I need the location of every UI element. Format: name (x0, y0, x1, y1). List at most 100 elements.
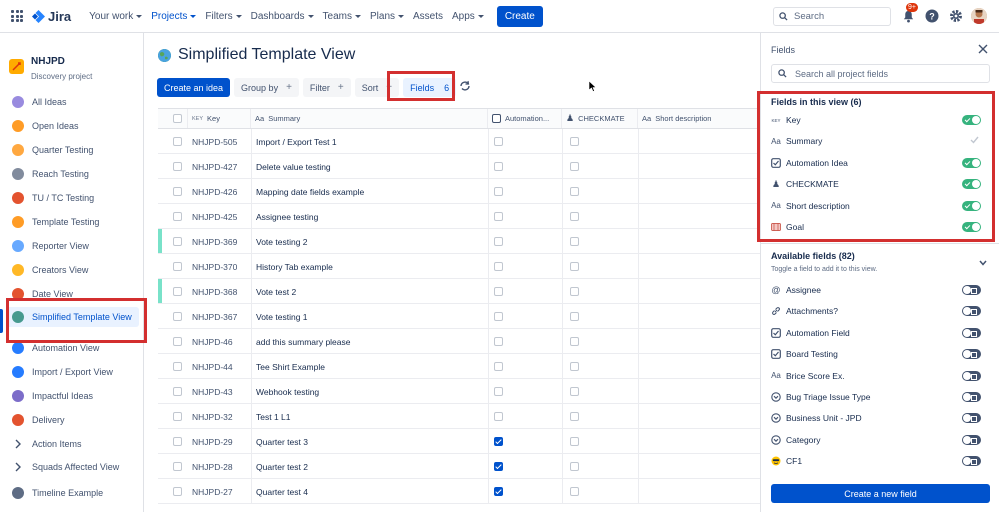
column-automation[interactable]: Automation... (488, 109, 562, 128)
row-key[interactable]: NHJPD-425 (192, 212, 237, 222)
jira-logo[interactable]: Jira (32, 9, 71, 24)
settings-gear-icon[interactable] (947, 7, 965, 25)
nav-your-work[interactable]: Your work (89, 11, 143, 22)
row-summary[interactable]: Quarter test 2 (256, 462, 308, 472)
nav-projects[interactable]: Projects (151, 11, 197, 22)
user-avatar[interactable] (971, 8, 987, 24)
nav-apps[interactable]: Apps (452, 11, 484, 22)
create-button[interactable]: Create (496, 5, 543, 27)
row-summary[interactable]: Assignee testing (256, 212, 318, 222)
table-row[interactable]: NHJPD-32 Test 1 L1 (158, 404, 760, 429)
column-key[interactable]: KEY Key (188, 109, 251, 128)
row-summary[interactable]: Tee Shirt Example (256, 362, 325, 372)
table-row[interactable]: NHJPD-426 Mapping date fields example (158, 179, 760, 204)
table-row[interactable]: NHJPD-505 Import / Export Test 1 (158, 129, 760, 154)
table-row[interactable]: NHJPD-28 Quarter test 2 (158, 454, 760, 479)
row-key[interactable]: NHJPD-46 (192, 337, 233, 347)
automation-checkbox[interactable] (494, 262, 503, 271)
automation-checkbox[interactable] (494, 337, 503, 346)
row-key[interactable]: NHJPD-43 (192, 387, 233, 397)
create-idea-button[interactable]: Create an idea (157, 78, 231, 97)
row-select-checkbox[interactable] (173, 262, 182, 271)
row-key[interactable]: NHJPD-426 (192, 187, 237, 197)
app-switcher-icon[interactable] (11, 10, 23, 22)
filter-button[interactable]: Filter + (302, 78, 351, 97)
row-key[interactable]: NHJPD-427 (192, 162, 237, 172)
row-select-checkbox[interactable] (173, 337, 182, 346)
checkmate-checkbox[interactable] (570, 162, 579, 171)
checkmate-checkbox[interactable] (570, 462, 579, 471)
sidebar-item-reporter-view[interactable]: Reporter View (12, 240, 138, 252)
row-select-checkbox[interactable] (173, 137, 182, 146)
field-toggle[interactable] (962, 349, 981, 360)
row-select-checkbox[interactable] (173, 237, 182, 246)
sidebar-item-template-testing[interactable]: Template Testing (12, 216, 138, 228)
row-summary[interactable]: Mapping date fields example (256, 187, 364, 197)
row-select-checkbox[interactable] (173, 387, 182, 396)
search-input[interactable]: Search (773, 7, 891, 26)
row-key[interactable]: NHJPD-29 (192, 437, 233, 447)
row-select-checkbox[interactable] (173, 187, 182, 196)
checkmate-checkbox[interactable] (570, 437, 579, 446)
checkmate-checkbox[interactable] (570, 237, 579, 246)
checkmate-checkbox[interactable] (570, 337, 579, 346)
row-key[interactable]: NHJPD-369 (192, 237, 237, 247)
checkmate-checkbox[interactable] (570, 487, 579, 496)
checkmate-checkbox[interactable] (570, 387, 579, 396)
automation-checkbox[interactable] (494, 362, 503, 371)
sidebar-item-automation-view[interactable]: Automation View (12, 342, 138, 354)
checkmate-checkbox[interactable] (570, 362, 579, 371)
sidebar-item-delivery[interactable]: Delivery (12, 414, 138, 426)
field-toggle[interactable] (962, 327, 981, 338)
checkmate-checkbox[interactable] (570, 312, 579, 321)
table-row[interactable]: NHJPD-27 Quarter test 4 (158, 479, 760, 504)
automation-checkbox[interactable] (494, 162, 503, 171)
field-toggle[interactable] (962, 370, 981, 381)
table-row[interactable]: NHJPD-367 Vote testing 1 (158, 304, 760, 329)
row-select-checkbox[interactable] (173, 212, 182, 221)
nav-plans[interactable]: Plans (370, 11, 404, 22)
sidebar-item-reach-testing[interactable]: Reach Testing (12, 168, 138, 180)
row-summary[interactable]: Vote testing 2 (256, 237, 308, 247)
nav-filters[interactable]: Filters (205, 11, 242, 22)
automation-checkbox[interactable] (494, 437, 503, 446)
sidebar-item-creators-view[interactable]: Creators View (12, 264, 138, 276)
table-row[interactable]: NHJPD-368 Vote test 2 (158, 279, 760, 304)
help-icon[interactable]: ? (923, 7, 941, 25)
field-toggle[interactable] (962, 306, 981, 317)
checkmate-checkbox[interactable] (570, 187, 579, 196)
table-row[interactable]: NHJPD-370 History Tab example (158, 254, 760, 279)
row-summary[interactable]: History Tab example (256, 262, 333, 272)
row-summary[interactable]: Import / Export Test 1 (256, 137, 337, 147)
automation-checkbox[interactable] (494, 212, 503, 221)
row-key[interactable]: NHJPD-367 (192, 312, 237, 322)
automation-checkbox[interactable] (494, 287, 503, 296)
table-row[interactable]: NHJPD-29 Quarter test 3 (158, 429, 760, 454)
row-select-checkbox[interactable] (173, 462, 182, 471)
sidebar-item-impactful-ideas[interactable]: Impactful Ideas (12, 390, 138, 402)
automation-checkbox[interactable] (494, 462, 503, 471)
row-summary[interactable]: Test 1 L1 (256, 412, 291, 422)
checkmate-checkbox[interactable] (570, 262, 579, 271)
sidebar-item-import-export-view[interactable]: Import / Export View (12, 366, 138, 378)
group-by-button[interactable]: Group by + (234, 78, 299, 97)
sidebar-item-open-ideas[interactable]: Open Ideas (12, 120, 138, 132)
table-row[interactable]: NHJPD-427 Delete value testing (158, 154, 760, 179)
column-checkmate[interactable]: ♟ CHECKMATE (562, 109, 638, 128)
checkmate-checkbox[interactable] (570, 287, 579, 296)
sidebar-item-all-ideas[interactable]: All Ideas (12, 96, 138, 108)
sidebar-item-action-items[interactable]: Action Items (12, 438, 138, 450)
row-key[interactable]: NHJPD-44 (192, 362, 233, 372)
nav-assets[interactable]: Assets (413, 11, 443, 22)
row-select-checkbox[interactable] (173, 287, 182, 296)
column-summary[interactable]: Aa Summary (251, 109, 488, 128)
field-toggle[interactable] (962, 456, 981, 467)
automation-checkbox[interactable] (494, 387, 503, 396)
row-key[interactable]: NHJPD-368 (192, 287, 237, 297)
table-row[interactable]: NHJPD-46 add this summary please (158, 329, 760, 354)
automation-checkbox[interactable] (494, 312, 503, 321)
field-search-input[interactable]: Search all project fields (771, 64, 990, 83)
automation-checkbox[interactable] (494, 187, 503, 196)
select-all-checkbox[interactable] (173, 114, 182, 123)
row-summary[interactable]: Vote testing 1 (256, 312, 308, 322)
